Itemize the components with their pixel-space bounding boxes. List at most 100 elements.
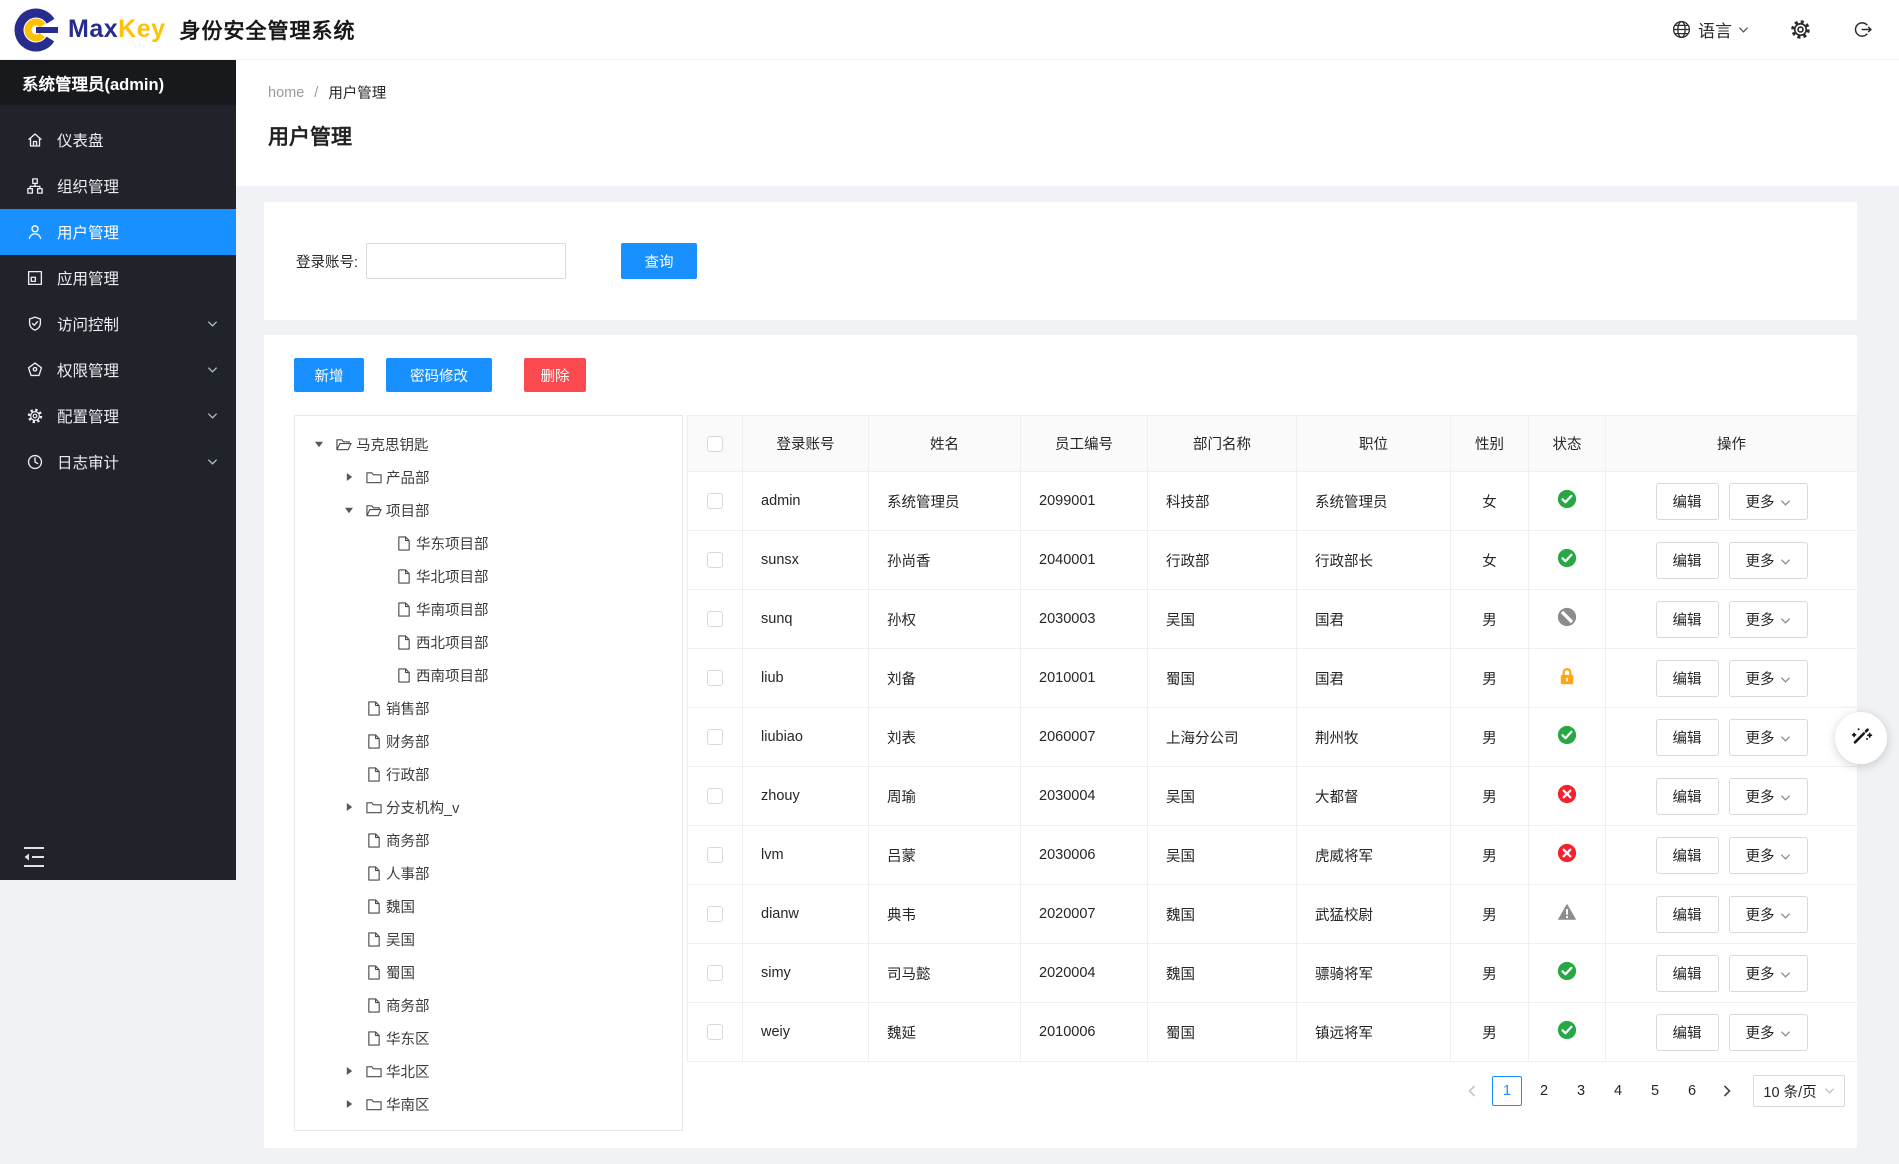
more-button[interactable]: 更多: [1728, 777, 1808, 815]
status-error-icon: [1557, 843, 1577, 863]
logout-icon[interactable]: [1852, 19, 1873, 40]
page-size-select[interactable]: 10 条/页: [1753, 1075, 1845, 1107]
more-button[interactable]: 更多: [1728, 482, 1808, 520]
row-checkbox[interactable]: [707, 493, 723, 510]
status-active-icon: [1557, 489, 1577, 509]
sidebar-item-access[interactable]: 访问控制: [0, 301, 236, 347]
cell-position: 虎威将军: [1296, 825, 1451, 885]
more-button[interactable]: 更多: [1728, 836, 1808, 874]
sidebar-item-org[interactable]: 组织管理: [0, 163, 236, 209]
sidebar-item-config[interactable]: 配置管理: [0, 393, 236, 439]
edit-button[interactable]: 编辑: [1655, 954, 1719, 992]
caret-right-icon[interactable]: [344, 1064, 354, 1080]
tree-item[interactable]: 西南项目部: [301, 659, 676, 692]
tree-item[interactable]: 魏国: [301, 890, 676, 923]
edit-button[interactable]: 编辑: [1655, 777, 1719, 815]
settings-gear-icon[interactable]: [1789, 18, 1812, 41]
edit-button[interactable]: 编辑: [1655, 541, 1719, 579]
tree-item[interactable]: 华北项目部: [301, 560, 676, 593]
breadcrumb: home / 用户管理: [268, 82, 1867, 103]
language-selector[interactable]: 语言: [1671, 17, 1749, 42]
sidebar-item-audit[interactable]: 日志审计: [0, 439, 236, 485]
tree-item[interactable]: 项目部: [301, 494, 676, 527]
sidebar-item-app[interactable]: 应用管理: [0, 255, 236, 301]
page-button-1[interactable]: 1: [1492, 1076, 1522, 1106]
edit-button[interactable]: 编辑: [1655, 600, 1719, 638]
row-checkbox[interactable]: [707, 670, 723, 687]
more-button[interactable]: 更多: [1728, 954, 1808, 992]
delete-button[interactable]: 删除: [524, 358, 586, 392]
tree-item[interactable]: 马克思钥匙: [301, 428, 676, 461]
tree-item[interactable]: 华南项目部: [301, 593, 676, 626]
row-checkbox[interactable]: [707, 965, 723, 982]
status-active-icon: [1557, 725, 1577, 745]
row-checkbox[interactable]: [707, 847, 723, 864]
menu-fold-icon[interactable]: [22, 846, 46, 868]
chevron-down-icon: [1780, 672, 1791, 688]
tree-item[interactable]: 华南区: [301, 1088, 676, 1121]
cell-department: 吴国: [1147, 589, 1297, 649]
tree-item[interactable]: 蜀国: [301, 956, 676, 989]
edit-button[interactable]: 编辑: [1655, 836, 1719, 874]
add-button[interactable]: 新增: [294, 358, 364, 392]
chevron-down-icon: [1824, 1083, 1835, 1099]
edit-button[interactable]: 编辑: [1655, 482, 1719, 520]
tree-item[interactable]: 销售部: [301, 692, 676, 725]
row-checkbox[interactable]: [707, 906, 723, 923]
page-button-5[interactable]: 5: [1640, 1076, 1670, 1106]
row-checkbox[interactable]: [707, 552, 723, 569]
cell-position: 国君: [1296, 589, 1451, 649]
sidebar-item-user[interactable]: 用户管理: [0, 209, 236, 255]
change-password-button[interactable]: 密码修改: [386, 358, 492, 392]
tree-item[interactable]: 分支机构_v: [301, 791, 676, 824]
caret-down-icon[interactable]: [344, 503, 354, 519]
more-button[interactable]: 更多: [1728, 718, 1808, 756]
select-all-checkbox[interactable]: [707, 435, 723, 452]
tree-item[interactable]: 商务部: [301, 989, 676, 1022]
more-button[interactable]: 更多: [1728, 895, 1808, 933]
sidebar-item-permission[interactable]: 权限管理: [0, 347, 236, 393]
edit-button[interactable]: 编辑: [1655, 895, 1719, 933]
tree-item[interactable]: 华北区: [301, 1055, 676, 1088]
tree-item-label: 华南项目部: [416, 603, 489, 619]
query-button[interactable]: 查询: [621, 243, 698, 279]
row-checkbox[interactable]: [707, 788, 723, 805]
caret-right-icon[interactable]: [344, 800, 354, 816]
page-button-6[interactable]: 6: [1677, 1076, 1707, 1106]
page-button-3[interactable]: 3: [1566, 1076, 1596, 1106]
prev-page-button[interactable]: [1459, 1076, 1485, 1106]
magic-wand-icon: [1848, 723, 1874, 754]
tree-item[interactable]: 行政部: [301, 758, 676, 791]
tree-item[interactable]: 人事部: [301, 857, 676, 890]
caret-right-icon[interactable]: [344, 470, 354, 486]
login-account-input[interactable]: [366, 243, 567, 279]
sidebar-item-dashboard[interactable]: 仪表盘: [0, 117, 236, 163]
edit-button[interactable]: 编辑: [1655, 718, 1719, 756]
tree-item-label: 销售部: [386, 702, 430, 718]
more-button[interactable]: 更多: [1728, 1013, 1808, 1051]
tree-item[interactable]: 商务部: [301, 824, 676, 857]
more-button[interactable]: 更多: [1728, 659, 1808, 697]
column-header: 状态: [1528, 415, 1606, 472]
breadcrumb-home[interactable]: home: [268, 85, 304, 101]
tree-item[interactable]: 华东区: [301, 1022, 676, 1055]
caret-right-icon[interactable]: [344, 1097, 354, 1113]
page-button-2[interactable]: 2: [1529, 1076, 1559, 1106]
tree-item[interactable]: 吴国: [301, 923, 676, 956]
caret-down-icon[interactable]: [314, 437, 324, 453]
breadcrumb-current: 用户管理: [328, 86, 387, 102]
row-checkbox[interactable]: [707, 1024, 723, 1041]
tree-item[interactable]: 西北项目部: [301, 626, 676, 659]
more-button[interactable]: 更多: [1728, 600, 1808, 638]
page-button-4[interactable]: 4: [1603, 1076, 1633, 1106]
row-checkbox[interactable]: [707, 611, 723, 628]
tree-item[interactable]: 财务部: [301, 725, 676, 758]
next-page-button[interactable]: [1714, 1076, 1740, 1106]
magic-wand-button[interactable]: [1835, 712, 1887, 764]
edit-button[interactable]: 编辑: [1655, 659, 1719, 697]
more-button[interactable]: 更多: [1728, 541, 1808, 579]
row-checkbox[interactable]: [707, 729, 723, 746]
tree-item[interactable]: 产品部: [301, 461, 676, 494]
tree-item[interactable]: 华东项目部: [301, 527, 676, 560]
edit-button[interactable]: 编辑: [1655, 1013, 1719, 1051]
